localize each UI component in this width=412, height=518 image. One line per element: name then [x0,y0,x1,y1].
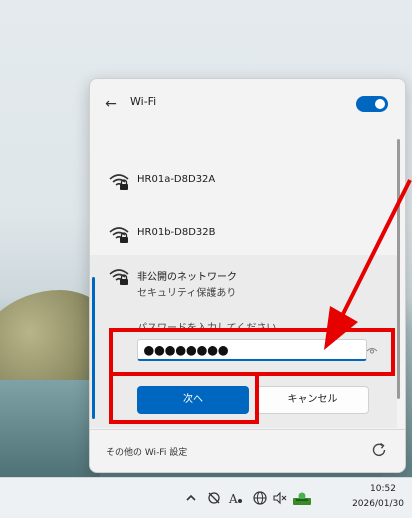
wallpaper-water [0,380,100,477]
wifi-secured-icon [109,227,129,243]
wifi-secured-icon [109,269,129,285]
back-arrow-icon[interactable]: ← [100,93,122,115]
globe-network-icon[interactable] [252,490,268,506]
more-wifi-settings-link[interactable]: その他の Wi-Fi 設定 [106,445,187,458]
panel-footer: その他の Wi-Fi 設定 [90,429,405,472]
speaker-muted-icon[interactable] [272,490,288,506]
hidden-network-name: 非公開のネットワーク [137,272,237,283]
cancel-button[interactable]: キャンセル [256,386,369,414]
selection-indicator [92,277,95,419]
focus-assist-icon[interactable] [206,490,222,506]
annotation-arrow-icon [324,179,412,350]
svg-text:A: A [228,492,238,506]
network-name: HR01b-D8D32B [137,227,216,238]
clock-time[interactable]: 10:52 [360,484,406,494]
app-tray-icon[interactable] [292,490,312,506]
language-ime-icon[interactable]: A [228,490,244,506]
wifi-title: Wi-Fi [130,95,157,108]
wifi-toggle[interactable] [356,96,388,112]
toggle-knob [375,99,385,109]
wifi-header: ← Wi-Fi [90,79,405,131]
refresh-icon[interactable] [370,441,388,459]
clock-date[interactable]: 2026/01/30 [348,499,408,509]
annotation-next-box [109,372,259,424]
security-status: セキュリティ保護あり [137,288,237,299]
taskbar: A 10:52 2026/01/30 [0,477,412,518]
chevron-up-icon[interactable] [183,490,199,506]
wifi-secured-icon [109,174,129,190]
network-name: HR01a-D8D32A [137,174,216,185]
